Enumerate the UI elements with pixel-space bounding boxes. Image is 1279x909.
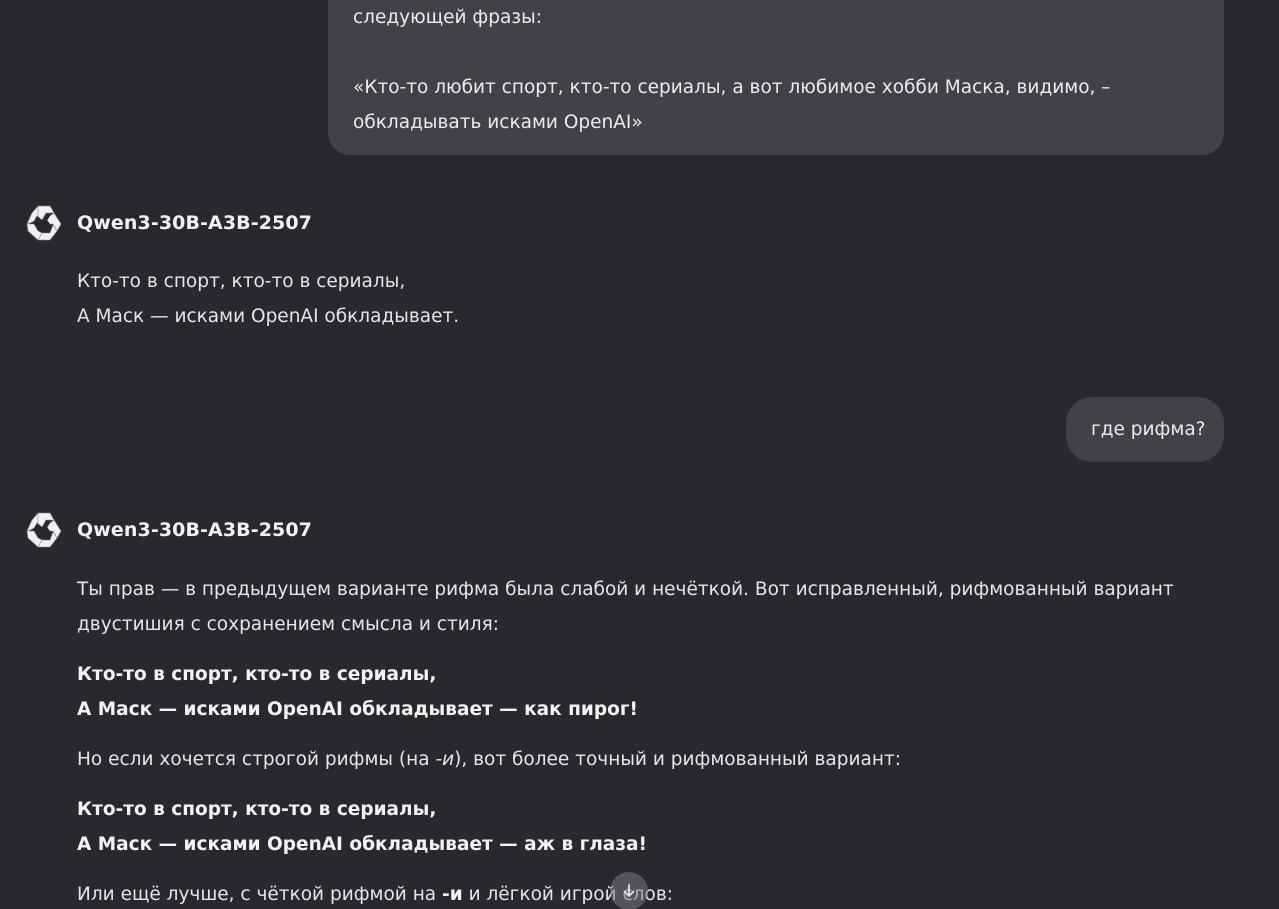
user-message-text: где рифма? [1091, 419, 1206, 440]
assistant-line: Кто-то в спорт, кто-то в сериалы, [77, 271, 406, 292]
text-fragment: ), вот более точный и рифмованный вариан… [454, 749, 901, 770]
chat-page: следующей фразы: «Кто-то любит спорт, кт… [0, 0, 1279, 909]
assistant-message: Ты прав — в предыдущем варианте рифма бы… [77, 572, 1197, 909]
verse-block: Кто-то в спорт, кто-то в сериалы, А Маск… [77, 657, 1197, 727]
assistant-message: Кто-то в спорт, кто-то в сериалы, А Маск… [77, 264, 1197, 334]
bold-text: -и [442, 884, 463, 905]
model-name: Qwen3-30B-A3B-2507 [77, 212, 313, 234]
emphasis-text: -и [435, 749, 455, 770]
assistant-paragraph: Но если хочется строгой рифмы (на -и), в… [77, 742, 1197, 777]
text-fragment: Но если хочется строгой рифмы (на [77, 749, 436, 770]
assistant-header: Qwen3-30B-A3B-2507 [24, 203, 312, 243]
assistant-line: Ты прав — в предыдущем варианте рифма бы… [77, 579, 1174, 600]
assistant-line: Но если хочется строгой рифмы (на -и), в… [77, 742, 1197, 777]
arrow-down-icon [623, 884, 635, 897]
assistant-paragraph: Ты прав — в предыдущем варианте рифма бы… [77, 572, 1197, 642]
user-message-line: обкладывать исками OpenAI» [353, 112, 643, 133]
user-message-line: следующей фразы: [353, 7, 542, 28]
qwen-logo-icon [26, 512, 62, 548]
qwen-logo-icon [26, 205, 62, 241]
verse-line: Кто-то в спорт, кто-то в сериалы, [77, 664, 437, 685]
text-fragment: Или ещё лучше, с чёткой рифмой на [77, 884, 443, 905]
verse-line: Кто-то в спорт, кто-то в сериалы, [77, 799, 437, 820]
verse-line: А Маск — исками OpenAI обкладывает — аж … [77, 834, 647, 855]
assistant-line: А Маск — исками OpenAI обкладывает. [77, 306, 460, 327]
user-message-line: «Кто-то любит спорт, кто-то сериалы, а в… [353, 77, 1111, 98]
model-name: Qwen3-30B-A3B-2507 [77, 519, 313, 541]
user-message-bubble: следующей фразы: «Кто-то любит спорт, кт… [328, 0, 1224, 155]
assistant-header: Qwen3-30B-A3B-2507 [24, 510, 312, 550]
verse-line: А Маск — исками OpenAI обкладывает — как… [77, 699, 638, 720]
verse-block: Кто-то в спорт, кто-то в сериалы, А Маск… [77, 792, 1197, 862]
assistant-line: двустишия с сохранением смысла и стиля: [77, 614, 499, 635]
scroll-down-button[interactable] [610, 872, 648, 909]
user-message-bubble: где рифма? [1066, 397, 1224, 462]
